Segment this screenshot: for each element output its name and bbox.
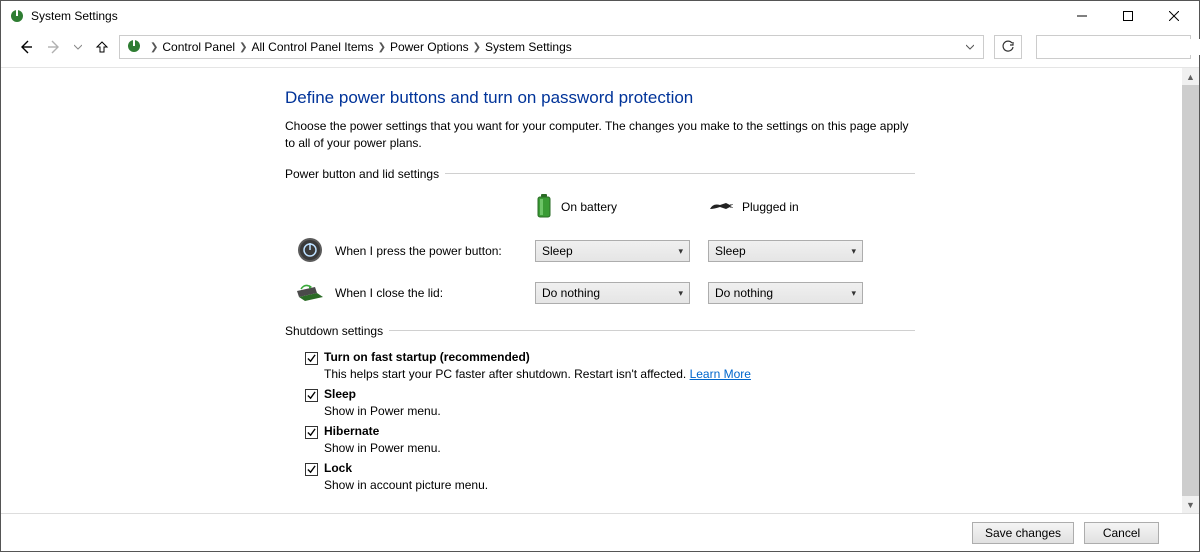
sleep-checkbox[interactable] — [305, 389, 318, 402]
checkbox-description: Show in Power menu. — [324, 441, 915, 455]
setting-row-close-lid: When I close the lid: Do nothing▾ Do not… — [285, 281, 915, 306]
plug-icon — [708, 199, 734, 216]
back-button[interactable] — [15, 36, 37, 58]
checkbox-row-lock: Lock — [305, 461, 915, 476]
breadcrumb-item[interactable]: System Settings — [483, 40, 574, 54]
checkbox-description: This helps start your PC faster after sh… — [324, 367, 915, 381]
setting-label: When I press the power button: — [335, 244, 535, 258]
nav-bar: ❯ Control Panel ❯ All Control Panel Item… — [1, 31, 1199, 67]
refresh-button[interactable] — [994, 35, 1022, 59]
content-area: Define power buttons and turn on passwor… — [1, 67, 1199, 513]
checkbox-label: Turn on fast startup (recommended) — [324, 350, 530, 364]
checkbox-row-sleep: Sleep — [305, 387, 915, 402]
search-box[interactable] — [1036, 35, 1191, 59]
control-panel-icon — [126, 38, 142, 57]
hibernate-checkbox[interactable] — [305, 426, 318, 439]
power-button-icon — [296, 236, 324, 267]
recent-locations-button[interactable] — [71, 43, 85, 51]
footer-bar: Save changes Cancel — [1, 513, 1199, 551]
checkbox-row-hibernate: Hibernate — [305, 424, 915, 439]
page-heading: Define power buttons and turn on passwor… — [285, 88, 915, 108]
chevron-down-icon: ▾ — [851, 288, 856, 299]
checkbox-label: Hibernate — [324, 424, 379, 438]
laptop-lid-icon — [295, 281, 325, 306]
maximize-button[interactable] — [1105, 1, 1151, 31]
scroll-thumb[interactable] — [1182, 85, 1199, 496]
chevron-right-icon[interactable]: ❯ — [237, 42, 249, 53]
close-button[interactable] — [1151, 1, 1197, 31]
section-label: Shutdown settings — [285, 324, 383, 338]
lock-checkbox[interactable] — [305, 463, 318, 476]
cancel-button[interactable]: Cancel — [1084, 522, 1159, 544]
learn-more-link[interactable]: Learn More — [690, 367, 751, 381]
scroll-down-arrow-icon[interactable]: ▼ — [1182, 496, 1199, 513]
setting-row-power-button: When I press the power button: Sleep▾ Sl… — [285, 236, 915, 267]
scroll-up-arrow-icon[interactable]: ▲ — [1182, 68, 1199, 85]
power-button-battery-select[interactable]: Sleep▾ — [535, 240, 690, 262]
close-lid-battery-select[interactable]: Do nothing▾ — [535, 282, 690, 304]
divider — [445, 173, 915, 174]
window-title: System Settings — [31, 9, 118, 23]
fast-startup-checkbox[interactable] — [305, 352, 318, 365]
breadcrumb-item[interactable]: All Control Panel Items — [250, 40, 376, 54]
app-icon — [9, 8, 25, 24]
setting-label: When I close the lid: — [335, 286, 535, 300]
chevron-down-icon: ▾ — [678, 288, 683, 299]
address-bar[interactable]: ❯ Control Panel ❯ All Control Panel Item… — [119, 35, 984, 59]
window: System Settings ❯ Control — [0, 0, 1200, 552]
search-input[interactable] — [1043, 39, 1200, 55]
minimize-button[interactable] — [1059, 1, 1105, 31]
close-lid-plugged-select[interactable]: Do nothing▾ — [708, 282, 863, 304]
divider — [389, 330, 915, 331]
up-button[interactable] — [91, 36, 113, 58]
power-button-plugged-select[interactable]: Sleep▾ — [708, 240, 863, 262]
chevron-down-icon: ▾ — [851, 246, 856, 257]
column-label-battery: On battery — [561, 200, 617, 214]
chevron-right-icon[interactable]: ❯ — [148, 42, 160, 53]
title-bar: System Settings — [1, 1, 1199, 31]
breadcrumb-item[interactable]: Control Panel — [160, 40, 237, 54]
checkbox-label: Sleep — [324, 387, 356, 401]
checkbox-label: Lock — [324, 461, 352, 475]
vertical-scrollbar[interactable]: ▲ ▼ — [1182, 68, 1199, 513]
forward-button[interactable] — [43, 36, 65, 58]
page-description: Choose the power settings that you want … — [285, 118, 915, 153]
chevron-down-icon: ▾ — [678, 246, 683, 257]
checkbox-description: Show in Power menu. — [324, 404, 915, 418]
checkbox-row-fast-startup: Turn on fast startup (recommended) — [305, 350, 915, 365]
chevron-right-icon[interactable]: ❯ — [471, 42, 483, 53]
chevron-right-icon[interactable]: ❯ — [376, 42, 388, 53]
breadcrumb-item[interactable]: Power Options — [388, 40, 471, 54]
save-changes-button[interactable]: Save changes — [972, 522, 1074, 544]
column-label-plugged: Plugged in — [742, 200, 799, 214]
section-label: Power button and lid settings — [285, 167, 439, 181]
battery-icon — [535, 193, 553, 222]
address-dropdown-button[interactable] — [961, 40, 979, 54]
checkbox-description: Show in account picture menu. — [324, 478, 915, 492]
